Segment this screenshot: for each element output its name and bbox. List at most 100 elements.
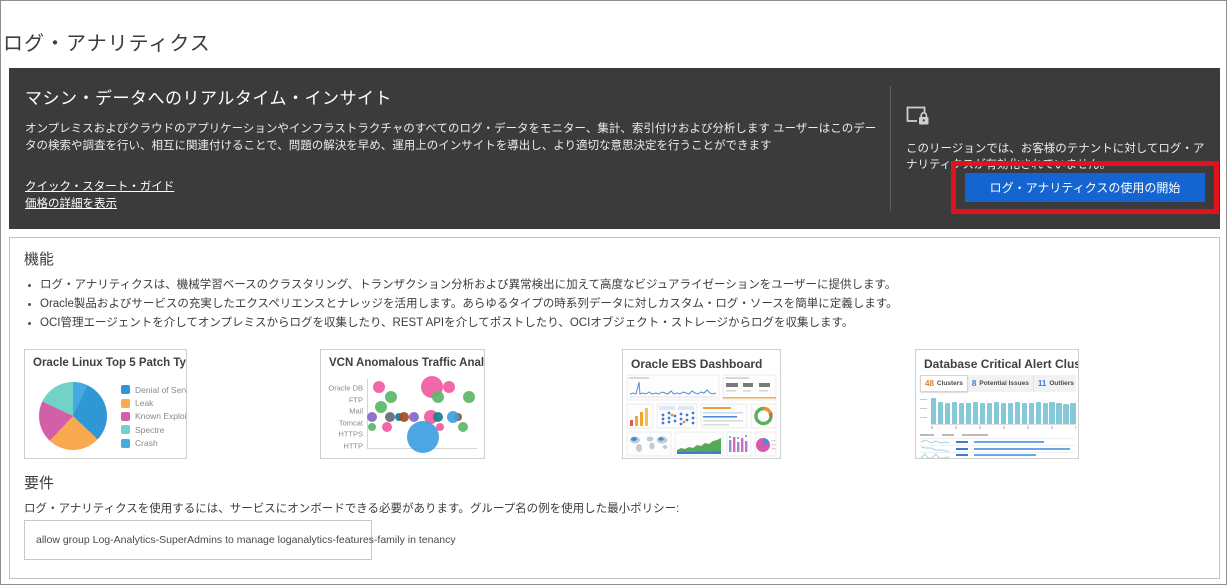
pie-legend: Denial of Service Leak Known Exploit Spectr…: [121, 383, 187, 450]
thumbnail-vcn-traffic-bubble-chart: VCN Anomalous Traffic Analysis Oracle DB…: [320, 349, 485, 459]
requirements-description: ログ・アナリティクスを使用するには、サービスにオンボードできる必要があります。グ…: [24, 500, 679, 516]
quick-start-guide-link[interactable]: クイック・スタート・ガイド: [25, 179, 881, 196]
bubble-point: [399, 412, 409, 422]
legend-label: Crash: [135, 438, 158, 448]
cluster-table-row[interactable]: [920, 445, 1076, 452]
trend-sparkline: [920, 453, 950, 459]
cluster-table-row[interactable]: [920, 452, 1076, 459]
x-axis-ticks: [931, 426, 1076, 429]
cluster-stat[interactable]: 48Clusters: [920, 375, 968, 392]
cluster-sample-link: [974, 441, 1044, 443]
legend-label: Denial of Service: [135, 385, 187, 395]
bubble-point: [463, 391, 475, 403]
count-link: [956, 448, 968, 450]
start-log-analytics-button[interactable]: ログ・アナリティクスの使用の開始: [965, 173, 1205, 202]
cluster-stats-strip: 48Clusters8Potential Issues11Outliers15T…: [920, 375, 1076, 392]
ebs-dashboard-mini-charts: [623, 374, 780, 458]
axis-category-label: Tomcat: [321, 418, 363, 427]
bubble-point: [375, 401, 387, 413]
bubble-point: [432, 391, 444, 403]
chart-title: VCN Anomalous Traffic Analysis: [321, 350, 484, 369]
legend-label: Leak: [135, 398, 153, 408]
bubble-point: [458, 422, 468, 432]
bubble-point: [385, 412, 395, 422]
cluster-stat[interactable]: 8Potential Issues: [968, 375, 1034, 392]
pie-chart: [39, 382, 107, 450]
bubble-point: [382, 422, 392, 432]
legend-item: Crash: [121, 437, 187, 450]
log-analytics-page: ログ・アナリティクス マシン・データへのリアルタイム・インサイト オンプレミスお…: [0, 0, 1227, 585]
bubble-point: [373, 381, 385, 393]
cluster-bar: [1015, 402, 1020, 424]
cluster-table: [920, 432, 1076, 459]
cluster-bar-chart: [920, 397, 1076, 429]
bubble-point: [367, 412, 377, 422]
cluster-bar: [966, 403, 971, 424]
bubble-point: [368, 423, 376, 431]
cluster-bar: [1029, 403, 1034, 424]
policy-statement-box: allow group Log-Analytics-SuperAdmins to…: [24, 520, 372, 560]
stat-value: 11: [1038, 379, 1046, 388]
cluster-bar: [1056, 403, 1061, 424]
legend-swatch: [121, 399, 130, 408]
cluster-bar: [1008, 403, 1013, 424]
count-link: [956, 441, 968, 443]
cluster-stat[interactable]: 11Outliers: [1034, 375, 1079, 392]
chart-title: Database Critical Alert Clusters: [916, 350, 1078, 371]
cluster-sample-link: [974, 448, 1070, 450]
cluster-bar: [1001, 403, 1006, 424]
stat-value: 48: [925, 379, 934, 388]
cluster-bar: [952, 402, 957, 424]
bubble-point: [409, 412, 419, 422]
bubble-point: [385, 391, 397, 403]
pricing-details-link[interactable]: 価格の詳細を表示: [25, 196, 881, 213]
bubble-point: [433, 412, 443, 422]
cluster-table-row[interactable]: [920, 458, 1076, 459]
cluster-bar: [980, 403, 985, 424]
hero-banner: マシン・データへのリアルタイム・インサイト オンプレミスおよびクラウドのアプリケ…: [9, 68, 1220, 229]
cluster-bar: [1036, 402, 1041, 424]
hero-left: マシン・データへのリアルタイム・インサイト オンプレミスおよびクラウドのアプリケ…: [25, 84, 881, 213]
trend-sparkline: [920, 446, 950, 452]
cluster-sample-link: [974, 454, 1036, 456]
stat-label: Potential Issues: [979, 380, 1029, 387]
cluster-bar: [1043, 403, 1048, 424]
legend-swatch: [121, 425, 130, 434]
bubble-point: [447, 411, 459, 423]
bubble-point: [443, 381, 455, 393]
cluster-table-row[interactable]: [920, 438, 1076, 445]
cluster-bar: [938, 402, 943, 424]
axis-category-label: HTTPS: [321, 430, 363, 439]
features-list: ログ・アナリティクスは、機械学習ベースのクラスタリング、トランザクション分析およ…: [40, 276, 898, 333]
feature-bullet: Oracle製品およびサービスの充実したエクスペリエンスとナレッジを活用します。…: [40, 295, 898, 314]
count-link: [956, 454, 968, 456]
legend-swatch: [121, 412, 130, 421]
cluster-bar: [1063, 404, 1068, 424]
cluster-bar: [994, 402, 999, 424]
bubble-plot: [367, 379, 477, 449]
thumbnail-alert-clusters: Database Critical Alert Clusters 48Clust…: [915, 349, 1079, 459]
cluster-bar: [959, 403, 964, 424]
window-lock-icon: [906, 115, 932, 132]
cluster-bar: [987, 403, 992, 424]
stat-value: 8: [972, 379, 976, 388]
axis-category-label: Mail: [321, 407, 363, 416]
cluster-bar: [1070, 403, 1075, 424]
cta-highlight-annotation: ログ・アナリティクスの使用の開始: [951, 161, 1219, 214]
chart-title: Oracle Linux Top 5 Patch Types: [25, 350, 186, 369]
stat-label: Outliers: [1049, 380, 1074, 387]
legend-item: Leak: [121, 396, 187, 409]
trend-sparkline: [920, 439, 950, 445]
cluster-bar: [945, 403, 950, 424]
feature-bullet: OCI管理エージェントを介してオンプレミスからログを収集したり、REST API…: [40, 314, 898, 333]
hero-heading: マシン・データへのリアルタイム・インサイト: [25, 84, 881, 109]
legend-item: Denial of Service: [121, 383, 187, 396]
legend-label: Spectre: [135, 425, 164, 435]
feature-bullet: ログ・アナリティクスは、機械学習ベースのクラスタリング、トランザクション分析およ…: [40, 276, 898, 295]
thumbnail-ebs-dashboard: Oracle EBS Dashboard: [622, 349, 781, 459]
bubble-point: [407, 421, 439, 453]
hero-description: オンプレミスおよびクラウドのアプリケーションやインフラストラクチャのすべてのログ…: [25, 121, 881, 155]
axis-category-label: Oracle DB: [321, 384, 363, 393]
legend-item: Known Exploit: [121, 410, 187, 423]
requirements-heading: 要件: [24, 472, 54, 493]
